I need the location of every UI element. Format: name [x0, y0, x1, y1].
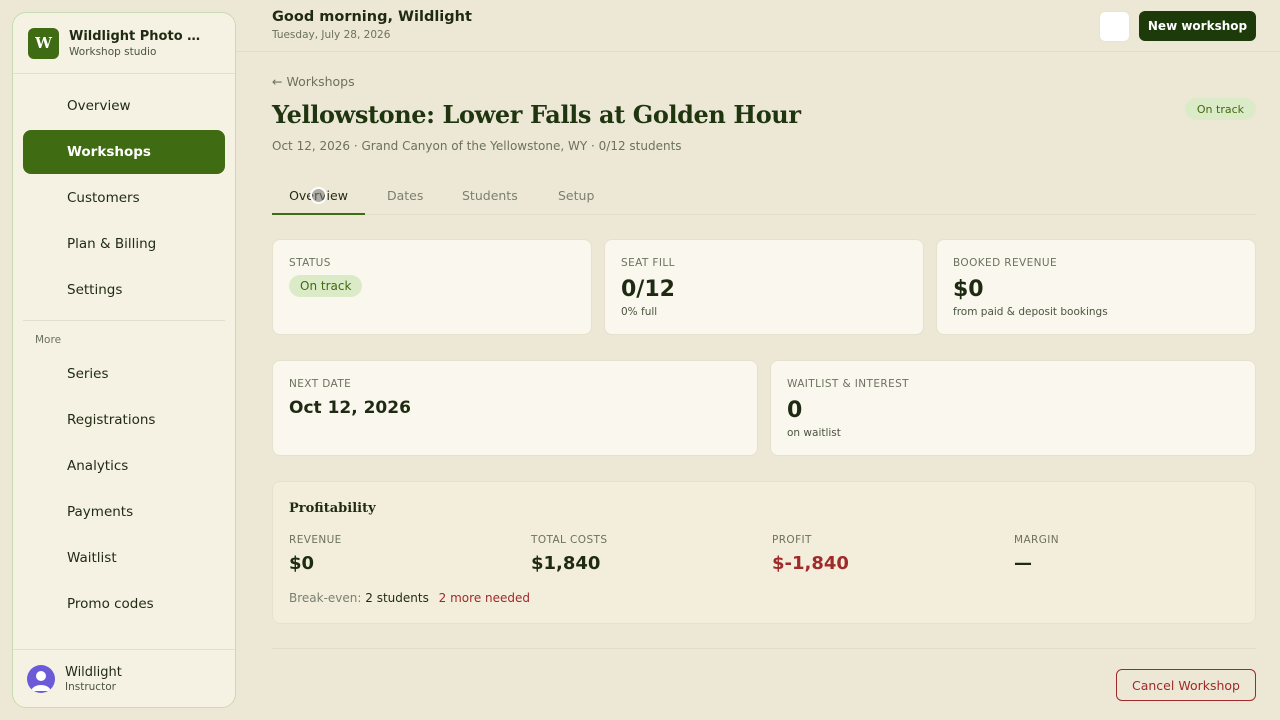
seat-fill-label: SEAT FILL	[621, 257, 675, 269]
sidebar-item-customers[interactable]: Customers	[23, 176, 225, 220]
sidebar-nav: Overview Workshops Customers Plan & Bill…	[13, 74, 235, 312]
total-costs-label: TOTAL COSTS	[531, 534, 608, 546]
sidebar-more-nav: Series Registrations Analytics Payments …	[13, 352, 235, 626]
breakeven-more-needed: 2 more needed	[438, 591, 531, 605]
sidebar-item-waitlist[interactable]: Waitlist	[23, 536, 225, 580]
sidebar-item-plan-billing[interactable]: Plan & Billing	[23, 222, 225, 266]
margin-value: —	[1014, 553, 1032, 574]
booked-revenue-value: $0	[953, 277, 984, 302]
profitability-card: Profitability REVENUE $0 TOTAL COSTS $1,…	[272, 481, 1256, 624]
waitlist-value: 0	[787, 398, 803, 423]
breakeven-count: 2 students	[365, 591, 429, 605]
booked-revenue-card: BOOKED REVENUE $0 from paid & deposit bo…	[936, 239, 1256, 335]
sidebar-item-promo-codes[interactable]: Promo codes	[23, 582, 225, 626]
notification-button[interactable]	[1099, 11, 1130, 42]
waitlist-note: on waitlist	[787, 427, 841, 439]
breadcrumb-workshops[interactable]: ← Workshops	[272, 74, 355, 89]
booked-revenue-note: from paid & deposit bookings	[953, 306, 1108, 318]
user-profile[interactable]: Wildlight Instructor	[13, 649, 235, 707]
user-role: Instructor	[65, 680, 116, 693]
status-pill: On track	[289, 275, 363, 297]
avatar	[27, 664, 55, 693]
margin-label: MARGIN	[1014, 534, 1060, 546]
profit-label: PROFIT	[772, 534, 812, 546]
top-bar: Good morning, Wildlight Tuesday, July 28…	[236, 0, 1280, 52]
brand-name: Wildlight Photo Workshops	[69, 28, 209, 44]
sidebar-item-series[interactable]: Series	[23, 352, 225, 396]
greeting: Good morning, Wildlight	[272, 9, 472, 25]
profitability-title: Profitability	[289, 501, 376, 516]
revenue-value: $0	[289, 553, 315, 574]
tab-bar: Overview Dates Students Setup	[272, 182, 1256, 215]
next-date-value: Oct 12, 2026	[289, 398, 411, 418]
sidebar-more-label: More	[35, 334, 62, 346]
breakeven-label: Break-even:	[289, 591, 362, 605]
booked-revenue-label: BOOKED REVENUE	[953, 257, 1058, 269]
sidebar-item-workshops[interactable]: Workshops	[23, 130, 225, 174]
tab-overview[interactable]: Overview	[272, 182, 365, 215]
revenue-label: REVENUE	[289, 534, 342, 546]
footer-divider	[272, 648, 1256, 649]
seat-fill-value: 0/12	[621, 277, 675, 302]
tab-setup[interactable]: Setup	[558, 182, 594, 215]
breakeven-row: Break-even: 2 students 2 more needed	[289, 591, 530, 605]
sidebar-item-registrations[interactable]: Registrations	[23, 398, 225, 442]
status-card: STATUS On track	[272, 239, 592, 335]
sidebar-item-overview[interactable]: Overview	[23, 84, 225, 128]
current-date: Tuesday, July 28, 2026	[272, 29, 391, 41]
seat-fill-note: 0% full	[621, 306, 658, 318]
seat-fill-card: SEAT FILL 0/12 0% full	[604, 239, 924, 335]
brand-text: Wildlight Photo Workshops Workshop studi…	[69, 29, 209, 58]
user-name: Wildlight	[65, 664, 122, 680]
page-title: Yellowstone: Lower Falls at Golden Hour	[272, 100, 801, 129]
waitlist-card: WAITLIST & INTEREST 0 on waitlist	[770, 360, 1256, 456]
status-label: STATUS	[289, 257, 331, 269]
sidebar-item-analytics[interactable]: Analytics	[23, 444, 225, 488]
status-badge: On track	[1184, 98, 1256, 120]
brand-header[interactable]: W Wildlight Photo Workshops Workshop stu…	[13, 13, 235, 74]
mouse-cursor-icon	[310, 187, 327, 204]
user-icon	[31, 670, 51, 691]
brand-logo: W	[28, 27, 59, 59]
page-subtitle: Oct 12, 2026 · Grand Canyon of the Yello…	[272, 139, 682, 153]
tab-students[interactable]: Students	[462, 182, 518, 215]
waitlist-label: WAITLIST & INTEREST	[787, 378, 909, 390]
next-date-card: NEXT DATE Oct 12, 2026	[272, 360, 758, 456]
next-date-label: NEXT DATE	[289, 378, 352, 390]
brand-subtitle: Workshop studio	[69, 45, 157, 58]
cancel-workshop-button[interactable]: Cancel Workshop	[1116, 669, 1256, 701]
tab-dates[interactable]: Dates	[387, 182, 423, 215]
user-text: Wildlight Instructor	[65, 665, 122, 693]
new-workshop-button[interactable]: New workshop	[1139, 11, 1256, 41]
sidebar-item-settings[interactable]: Settings	[23, 268, 225, 312]
sidebar-item-payments[interactable]: Payments	[23, 490, 225, 534]
total-costs-value: $1,840	[531, 553, 601, 574]
profit-value: $-1,840	[772, 553, 849, 574]
sidebar: W Wildlight Photo Workshops Workshop stu…	[12, 12, 236, 708]
